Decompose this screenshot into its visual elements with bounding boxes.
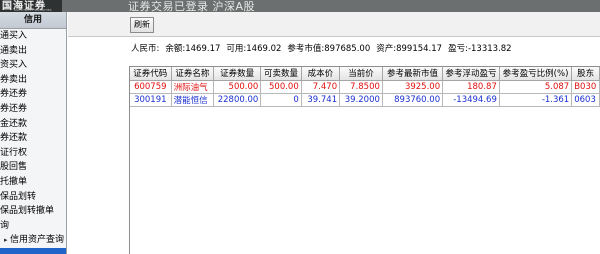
assets-value: 资产:899154.17 (376, 44, 443, 54)
column-header-current-price[interactable]: 当前价 (339, 67, 383, 81)
cell-current-price: 39.2000 (339, 93, 383, 107)
function-tree-panel: 信用 通买入 通卖出 资买入 券卖出 券还券 券还券 金还款 券还款 证行权 股… (0, 12, 67, 254)
column-header-pnl-ratio[interactable]: 参考盈亏比例(%) (499, 67, 573, 81)
toolbar: 刷新 (68, 12, 600, 37)
tree-item-buy-to-repay[interactable]: 券还券 (0, 87, 66, 102)
tree-item-short-sell[interactable]: 券卖出 (0, 73, 66, 88)
column-header-market-value[interactable]: 参考最新市值 (382, 67, 444, 81)
tree-item-buy[interactable]: 通买入 (0, 29, 66, 44)
tree-item-margin-buy[interactable]: 资买入 (0, 58, 66, 73)
cell-floating-pnl: 180.87 (442, 80, 500, 94)
table-row[interactable]: 600759 洲际油气 500.00 500.00 7.470 7.8500 3… (130, 80, 600, 94)
tree-item-cash-repay[interactable]: 金还款 (0, 117, 66, 132)
title-bar: 国海证券 SOUTHWEST SECURITIES 证券交易已登录 沪深A股 (0, 0, 600, 13)
function-tree: 通买入 通卖出 资买入 券卖出 券还券 券还券 金还款 券还款 证行权 股回售 … (0, 29, 66, 254)
tree-item-credit-asset-query[interactable]: ▸ 信用资产查询 (0, 233, 66, 248)
column-header-shareholder[interactable]: 股东 (571, 67, 600, 81)
column-header-cost-price[interactable]: 成本价 (301, 67, 341, 81)
cell-shareholder: 0603 (571, 93, 600, 107)
tree-item-direct-repay-stock[interactable]: 券还券 (0, 102, 66, 117)
cell-market-value: 893760.00 (382, 93, 444, 107)
column-header-sellable[interactable]: 可卖数量 (260, 67, 302, 81)
market-value: 参考市值:897685.00 (287, 44, 371, 54)
sidebar-header: 信用 (0, 12, 66, 29)
cell-name: 洲际油气 (171, 80, 215, 94)
refresh-button[interactable]: 刷新 (130, 17, 154, 33)
cell-code: 300191 (130, 93, 172, 107)
column-header-code[interactable]: 证券代码 (130, 67, 172, 81)
tree-item-label: 信用资产查询 (10, 235, 65, 246)
cell-code: 600759 (130, 80, 172, 94)
table-header-row: 证券代码 证券名称 证券数量 可卖数量 成本价 当前价 参考最新市值 参考浮动盈… (130, 67, 600, 81)
tree-item-collateral-transfer[interactable]: 保品划转 (0, 190, 66, 205)
tree-item-warrant-exercise[interactable]: 证行权 (0, 146, 66, 161)
currency-label: 人民币: (131, 44, 160, 54)
tree-item-sell[interactable]: 通卖出 (0, 44, 66, 59)
cell-cost-price: 7.470 (301, 80, 341, 94)
cell-quantity: 22800.00 (213, 93, 262, 107)
brand-logo: 国海证券 SOUTHWEST SECURITIES (0, 0, 62, 12)
tree-item-selected[interactable] (0, 247, 66, 254)
tree-item-sell-to-repay[interactable]: 券还款 (0, 131, 66, 146)
account-summary: 人民币: 余额:1469.17 可用:1469.02 参考市值:897685.00 资产… (131, 42, 518, 54)
balance-value: 余额:1469.17 (165, 44, 221, 54)
tree-item-query[interactable]: 询 (0, 219, 66, 234)
tree-item-collateral-transfer-cancel[interactable]: 保品划转撤单 (0, 204, 66, 219)
holdings-grid[interactable]: 证券代码 证券名称 证券数量 可卖数量 成本价 当前价 参考最新市值 参考浮动盈… (129, 66, 600, 254)
column-header-quantity[interactable]: 证券数量 (213, 67, 262, 81)
cell-market-value: 3925.00 (382, 80, 444, 94)
tree-item-cancel-order[interactable]: 托撤单 (0, 175, 66, 190)
column-header-name[interactable]: 证券名称 (171, 67, 215, 81)
cell-shareholder: B030 (571, 80, 600, 94)
cell-pnl-ratio: -1.361 (499, 93, 573, 107)
table-row[interactable]: 300191 潜能恒信 22800.00 0 39.741 39.2000 89… (130, 93, 600, 107)
holdings-table: 证券代码 证券名称 证券数量 可卖数量 成本价 当前价 参考最新市值 参考浮动盈… (130, 67, 600, 107)
cell-pnl-ratio: 5.087 (499, 80, 573, 94)
tree-branch-icon: ▸ (4, 236, 8, 245)
available-value: 可用:1469.02 (226, 44, 282, 54)
cell-current-price: 7.8500 (339, 80, 383, 94)
cell-floating-pnl: -13494.69 (442, 93, 500, 107)
cell-sellable: 0 (260, 93, 302, 107)
cell-quantity: 500.00 (213, 80, 262, 94)
cell-name: 潜能恒信 (171, 93, 215, 107)
tree-item-put-back[interactable]: 股回售 (0, 160, 66, 175)
main-content: 刷新 人民币: 余额:1469.17 可用:1469.02 参考市值:897685.0… (68, 12, 600, 254)
column-header-floating-pnl[interactable]: 参考浮动盈亏 (442, 67, 500, 81)
cell-cost-price: 39.741 (301, 93, 341, 107)
cell-sellable: 500.00 (260, 80, 302, 94)
pnl-value: 盈亏:-13313.82 (448, 44, 512, 54)
